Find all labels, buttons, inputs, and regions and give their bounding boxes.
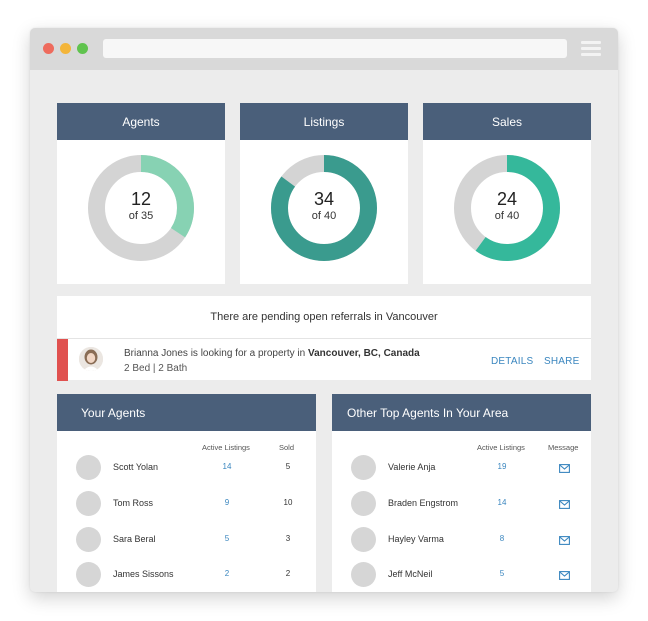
agents-stat-card: Agents 12 of 35 — [57, 103, 225, 284]
agent-row[interactable]: Jeff McNeil 5 — [332, 557, 591, 592]
agents-card-header: Agents — [57, 103, 225, 140]
agents-total: of 35 — [128, 210, 154, 222]
agent-name: James Sissons — [113, 569, 174, 579]
sold-count: 2 — [285, 569, 291, 578]
your-agents-title: Your Agents — [81, 405, 146, 420]
sales-total: of 40 — [494, 210, 520, 222]
sales-card-title: Sales — [491, 114, 523, 129]
listings-card-title: Listings — [303, 114, 345, 129]
referral-alert-bar — [57, 339, 68, 381]
your-agents-panel: Your Agents Active Listings Sold Scott Y… — [57, 394, 316, 592]
sales-count: 24 — [496, 189, 518, 209]
avatar — [76, 455, 101, 480]
other-agents-title: Other Top Agents In Your Area — [347, 405, 509, 420]
envelope-icon[interactable] — [559, 500, 570, 509]
sold-count: 5 — [285, 462, 291, 471]
address-bar[interactable] — [103, 39, 567, 58]
referral-location: Vancouver, BC, Canada — [308, 348, 420, 359]
other-agents-panel: Other Top Agents In Your Area Active Lis… — [332, 394, 591, 592]
client-avatar — [79, 347, 103, 371]
agent-name: Hayley Varma — [388, 534, 444, 544]
listings-card-header: Listings — [240, 103, 408, 140]
listings-count: 34 — [313, 189, 335, 209]
active-listings-count[interactable]: 14 — [487, 498, 517, 507]
active-listings-count[interactable]: 8 — [487, 534, 517, 543]
envelope-icon[interactable] — [559, 464, 570, 473]
other-agents-header: Other Top Agents In Your Area — [332, 394, 591, 431]
close-window-button[interactable] — [43, 43, 54, 54]
active-listings-count[interactable]: 19 — [487, 462, 517, 471]
sold-count: 3 — [285, 534, 291, 543]
referral-text: Brianna Jones is looking for a property … — [124, 348, 308, 359]
active-listings-count[interactable]: 14 — [212, 462, 242, 471]
agent-row[interactable]: Scott Yolan 14 5 — [57, 450, 316, 486]
active-listings-count[interactable]: 9 — [212, 498, 242, 507]
referral-item: Brianna Jones is looking for a property … — [57, 339, 591, 381]
agent-row[interactable]: Valerie Anja 19 — [332, 450, 591, 486]
agent-row[interactable]: James Sissons 2 2 — [57, 557, 316, 592]
sold-count: 10 — [283, 498, 293, 507]
sales-stat-card: Sales 24 of 40 — [423, 103, 591, 284]
active-listings-count[interactable]: 2 — [212, 569, 242, 578]
sales-donut-chart: 24 of 40 — [452, 153, 562, 263]
avatar — [351, 455, 376, 480]
sales-card-header: Sales — [423, 103, 591, 140]
referral-panel: There are pending open referrals in Vanc… — [57, 296, 591, 381]
agent-row[interactable]: Braden Engstrom 14 — [332, 486, 591, 522]
details-link[interactable]: DETAILS — [491, 356, 533, 367]
avatar — [76, 527, 101, 552]
agent-name: Sara Beral — [113, 534, 156, 544]
minimize-window-button[interactable] — [60, 43, 71, 54]
agents-donut-chart: 12 of 35 — [86, 153, 196, 263]
agent-name: Jeff McNeil — [388, 569, 433, 579]
hamburger-menu-icon[interactable] — [581, 41, 601, 56]
agent-name: Valerie Anja — [388, 462, 436, 472]
referral-description: Brianna Jones is looking for a property … — [124, 348, 420, 359]
agent-name: Braden Engstrom — [388, 498, 459, 508]
agents-count: 12 — [130, 189, 152, 209]
browser-window: Agents 12 of 35 Listings 34 of 40 Sales … — [30, 28, 618, 592]
your-agents-header: Your Agents — [57, 394, 316, 431]
referral-title: There are pending open referrals in Vanc… — [57, 296, 591, 339]
envelope-icon[interactable] — [559, 571, 570, 580]
avatar — [76, 562, 101, 587]
active-listings-count[interactable]: 5 — [212, 534, 242, 543]
agent-name: Scott Yolan — [113, 462, 159, 472]
browser-titlebar — [30, 28, 618, 70]
agent-row[interactable]: Sara Beral 5 3 — [57, 522, 316, 558]
avatar — [76, 491, 101, 516]
avatar — [351, 562, 376, 587]
listings-total: of 40 — [311, 210, 337, 222]
agent-name: Tom Ross — [113, 498, 154, 508]
listings-donut-chart: 34 of 40 — [269, 153, 379, 263]
agents-card-title: Agents — [122, 114, 160, 129]
envelope-icon[interactable] — [559, 536, 570, 545]
listings-stat-card: Listings 34 of 40 — [240, 103, 408, 284]
agent-row[interactable]: Hayley Varma 8 — [332, 522, 591, 558]
maximize-window-button[interactable] — [77, 43, 88, 54]
referral-details: 2 Bed | 2 Bath — [124, 363, 188, 374]
avatar — [351, 527, 376, 552]
avatar — [351, 491, 376, 516]
active-listings-count[interactable]: 5 — [487, 569, 517, 578]
agent-row[interactable]: Tom Ross 9 10 — [57, 486, 316, 522]
share-link[interactable]: SHARE — [544, 356, 579, 367]
